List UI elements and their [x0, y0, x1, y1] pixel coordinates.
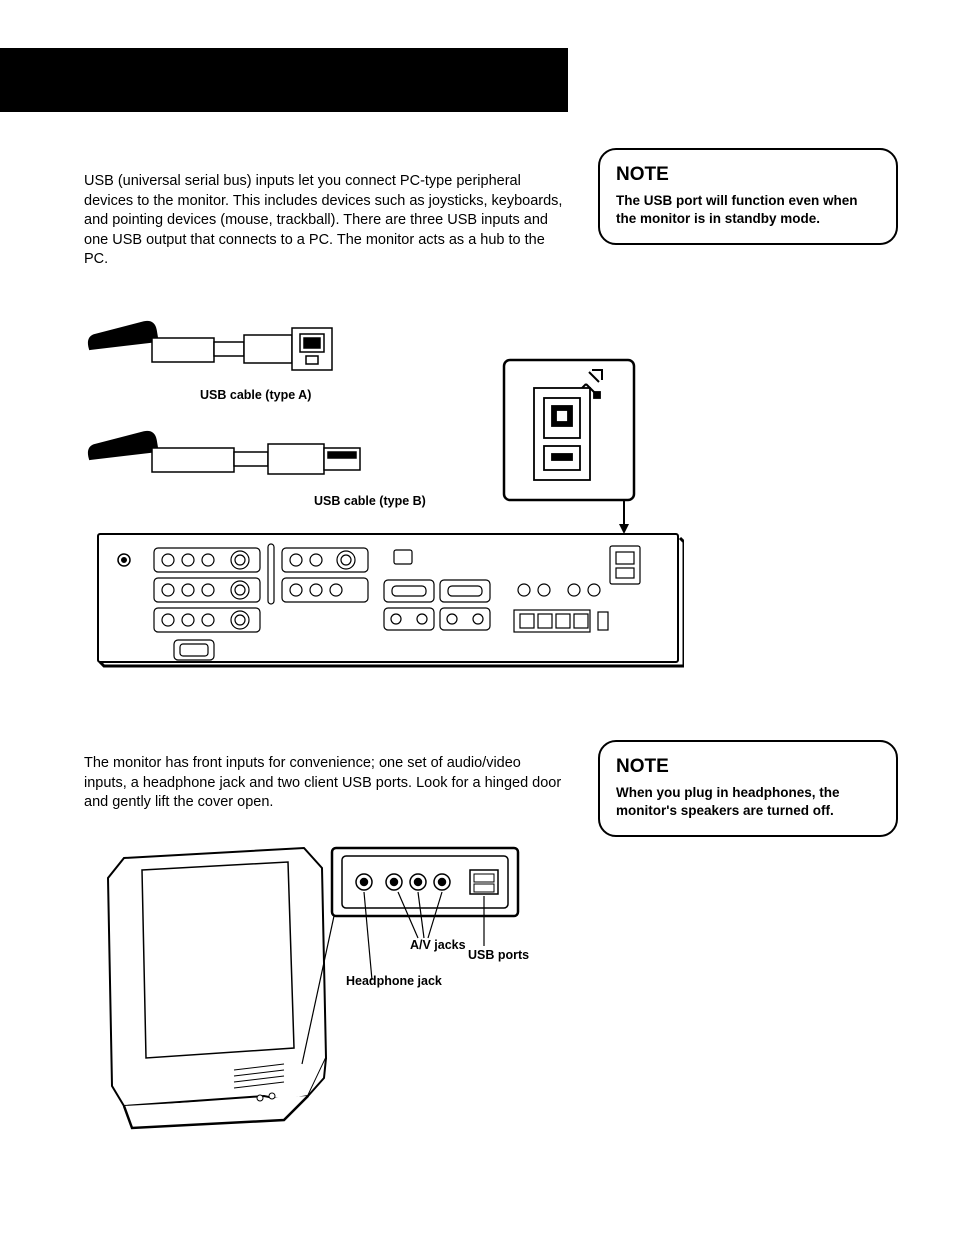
usb-cable-a-label: USB cable (type A) — [200, 388, 311, 402]
usb-ports-label: USB ports — [468, 948, 529, 962]
av-jacks-label: A/V jacks — [410, 938, 466, 952]
headphone-jack-label: Headphone jack — [346, 974, 442, 988]
note-title: NOTE — [616, 164, 880, 186]
note-body: When you plug in headphones, the monitor… — [616, 784, 880, 819]
diagram-front-inputs — [84, 838, 544, 1148]
note-box-usb: NOTE The USB port will function even whe… — [598, 148, 898, 245]
header-black-bar — [0, 48, 568, 112]
usb-cable-b-label: USB cable (type B) — [314, 494, 426, 508]
note-box-headphones: NOTE When you plug in headphones, the mo… — [598, 740, 898, 837]
intro-paragraph-2: The monitor has front inputs for conveni… — [84, 754, 564, 813]
intro-paragraph-1: USB (universal serial bus) inputs let yo… — [84, 172, 564, 270]
note-body: The USB port will function even when the… — [616, 192, 880, 227]
note-title: NOTE — [616, 756, 880, 778]
